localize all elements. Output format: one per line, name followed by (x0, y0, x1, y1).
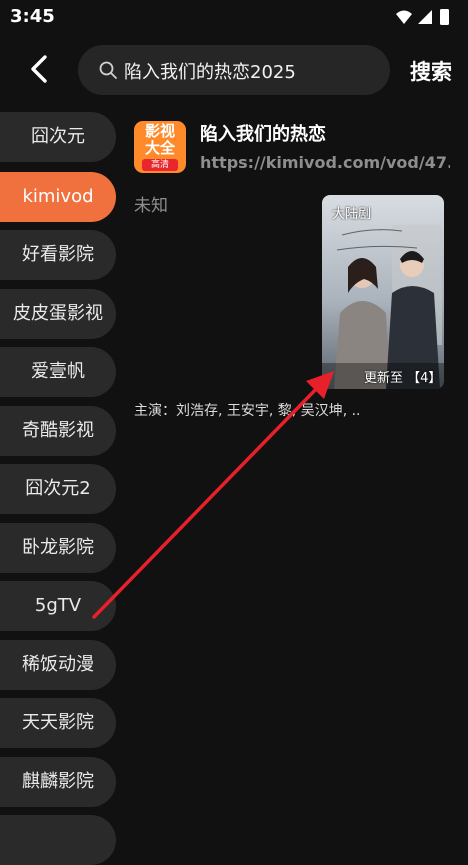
sidebar-item-pipidan[interactable]: 皮皮蛋影视 (0, 289, 116, 339)
poster-image (322, 195, 444, 389)
wifi-icon (396, 10, 412, 24)
status-time: 3:45 (10, 6, 55, 27)
result-cast: 主演：刘浩存, 王安宇, 黎, 吴汉坤, .. (134, 403, 361, 419)
sidebar-item-tiantian[interactable]: 天天影院 (0, 698, 116, 748)
hd-badge: 高清 (142, 159, 178, 171)
sidebar-item-kimivod[interactable]: kimivod (0, 172, 116, 222)
sidebar-item-xifan[interactable]: 稀饭动漫 (0, 640, 116, 690)
sidebar-item-qiku[interactable]: 奇酷影视 (0, 406, 116, 456)
sidebar-item-jiongciyuan[interactable]: 囧次元 (0, 112, 116, 162)
sidebar-item-haokan[interactable]: 好看影院 (0, 230, 116, 280)
battery-icon (440, 9, 449, 25)
poster-category-tag: 大陆剧 (332, 207, 372, 222)
chevron-left-icon (31, 55, 47, 83)
sidebar-item-partial[interactable] (0, 815, 116, 865)
sidebar-item-jiongciyuan2[interactable]: 囧次元2 (0, 464, 116, 514)
sidebar-item-qilin[interactable]: 麒麟影院 (0, 757, 116, 807)
status-icons (396, 9, 449, 25)
search-input[interactable]: 陷入我们的热恋2025 (124, 58, 296, 84)
sidebar-item-aiyifan[interactable]: 爱壹帆 (0, 347, 116, 397)
back-button[interactable] (22, 52, 56, 86)
source-logo: 影视 大全 高清 (134, 121, 186, 173)
sidebar-item-5gtv[interactable]: 5gTV (0, 581, 116, 631)
sidebar-item-wolong[interactable]: 卧龙影院 (0, 523, 116, 573)
result-status: 未知 (134, 196, 168, 216)
result-url[interactable]: https://kimivod.com/vod/47... (200, 153, 450, 172)
search-icon (99, 61, 117, 79)
signal-icon (418, 10, 432, 24)
poster-update-badge: 更新至 【4】 (364, 371, 442, 386)
result-title[interactable]: 陷入我们的热恋 (200, 120, 326, 146)
result-poster[interactable]: 大陆剧 更新至 【4】 (322, 195, 444, 389)
status-bar: 3:45 (0, 0, 468, 36)
search-box[interactable]: 陷入我们的热恋2025 (78, 45, 390, 95)
search-button[interactable]: 搜索 (410, 56, 452, 86)
